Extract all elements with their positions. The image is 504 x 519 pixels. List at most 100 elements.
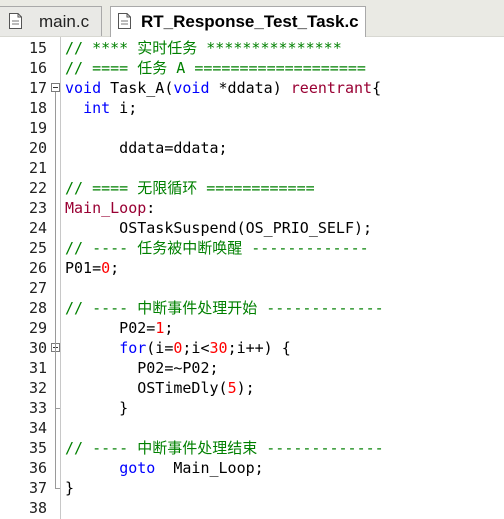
code-line[interactable]: 34 [0,418,504,438]
code-line[interactable]: 37} [0,478,504,498]
code-token: // ---- 中断事件处理开始 ------------- [65,299,384,317]
code-token: ddata=ddata; [65,139,228,157]
line-number: 30 [28,339,47,357]
code-line[interactable]: 29 P02=1; [0,318,504,338]
code-token: ; [110,259,120,277]
fold-collapse-icon[interactable] [51,83,60,92]
code-text: P02=~P02; [65,358,219,378]
code-token: ; [164,319,174,337]
code-text: int i; [65,98,137,118]
line-number: 26 [28,259,47,277]
line-number: 15 [28,39,47,57]
code-token: 0 [101,259,111,277]
code-token: Main_Loop [65,199,147,217]
code-text: void Task_A(void *ddata) reentrant{ [65,78,381,98]
line-number: 27 [28,279,47,297]
code-line[interactable]: 30 for(i=0;i<30;i++) { [0,338,504,358]
line-number: 38 [28,499,47,517]
code-token: goto [119,459,156,477]
code-token: for [119,339,147,357]
code-line[interactable]: 32 OSTimeDly(5); [0,378,504,398]
line-number: 34 [28,419,47,437]
line-number: 16 [28,59,47,77]
code-line[interactable]: 17 void Task_A(void *ddata) reentrant{ [0,78,504,98]
line-number: 29 [28,319,47,337]
fold-guide-line [55,352,56,408]
c-file-icon [118,13,131,29]
line-number: 37 [28,479,47,497]
code-line[interactable]: 31 P02=~P02; [0,358,504,378]
line-number: 18 [28,99,47,117]
code-text: // ---- 中断事件处理开始 ------------- [65,298,384,318]
code-token: Task_A( [101,79,174,97]
code-token: 5 [227,379,237,397]
code-text: goto Main_Loop; [65,458,264,478]
code-token: void [173,79,210,97]
code-line[interactable]: 36 goto Main_Loop; [0,458,504,478]
code-line[interactable]: 15 // **** 实时任务 *************** [0,38,504,58]
line-number: 36 [28,459,47,477]
code-line[interactable]: 28 // ---- 中断事件处理开始 ------------- [0,298,504,318]
code-text: OSTaskSuspend(OS_PRIO_SELF); [65,218,372,238]
code-token: void [65,79,102,97]
code-line[interactable]: 26 P01=0; [0,258,504,278]
code-text: OSTimeDly(5); [65,378,254,398]
code-text: } [65,478,74,498]
code-text: // **** 实时任务 *************** [65,38,342,58]
code-line[interactable]: 35 // ---- 中断事件处理结束 ------------- [0,438,504,458]
code-text: P02=1; [65,318,173,338]
line-number: 25 [28,239,47,257]
code-text: } [65,398,128,418]
code-token: ;i++) { [227,339,291,357]
code-token: } [65,479,75,497]
code-token: (i= [146,339,174,357]
code-line[interactable]: 25 // ---- 任务被中断唤醒 ------------- [0,238,504,258]
code-line[interactable]: 21 [0,158,504,178]
code-token: reentrant [290,79,373,97]
line-number: 31 [28,359,47,377]
line-number: 21 [28,159,47,177]
line-number: 24 [28,219,47,237]
code-token: OSTaskSuspend(OS_PRIO_SELF); [65,219,373,237]
code-line[interactable]: 19 [0,118,504,138]
line-number: 20 [28,139,47,157]
code-token: *ddata) [209,79,291,97]
code-token: P02=~P02; [65,359,219,377]
line-number: 17 [28,79,47,97]
code-text: // ==== 无限循环 ============ [65,178,315,198]
code-line[interactable]: 16 // ==== 任务 A =================== [0,58,504,78]
line-number: 33 [28,399,47,417]
code-line[interactable]: 23 Main_Loop: [0,198,504,218]
line-number: 28 [28,299,47,317]
code-line[interactable]: 27 [0,278,504,298]
code-text: for(i=0;i<30;i++) { [65,338,291,358]
code-line[interactable]: 18 int i; [0,98,504,118]
tab-main-c[interactable]: main.c [0,6,102,36]
line-number: 35 [28,439,47,457]
code-text: P01=0; [65,258,119,278]
line-number: 22 [28,179,47,197]
code-line[interactable]: 24 OSTaskSuspend(OS_PRIO_SELF); [0,218,504,238]
code-text: // ---- 中断事件处理结束 ------------- [65,438,384,458]
tab-label: main.c [39,11,90,31]
code-token: ;i< [182,339,210,357]
code-text: // ==== 任务 A =================== [65,58,366,78]
code-token: P02= [65,319,156,337]
fold-guide-line [55,92,56,488]
code-line[interactable]: 20 ddata=ddata; [0,138,504,158]
code-token: OSTimeDly( [65,379,228,397]
c-file-icon [9,13,22,29]
code-token: // ==== 无限循环 ============ [65,179,315,197]
code-token: // ---- 任务被中断唤醒 ------------- [65,239,369,257]
code-line[interactable]: 22 // ==== 无限循环 ============ [0,178,504,198]
code-token: int [83,99,111,117]
code-token: Main_Loop; [155,459,264,477]
code-token: // **** 实时任务 *************** [65,39,342,57]
code-line[interactable]: 38 [0,498,504,518]
tab-rt-response-test-task-c[interactable]: RT_Response_Test_Task.c [110,6,366,37]
code-line[interactable]: 33 } [0,398,504,418]
code-token: { [372,79,382,97]
